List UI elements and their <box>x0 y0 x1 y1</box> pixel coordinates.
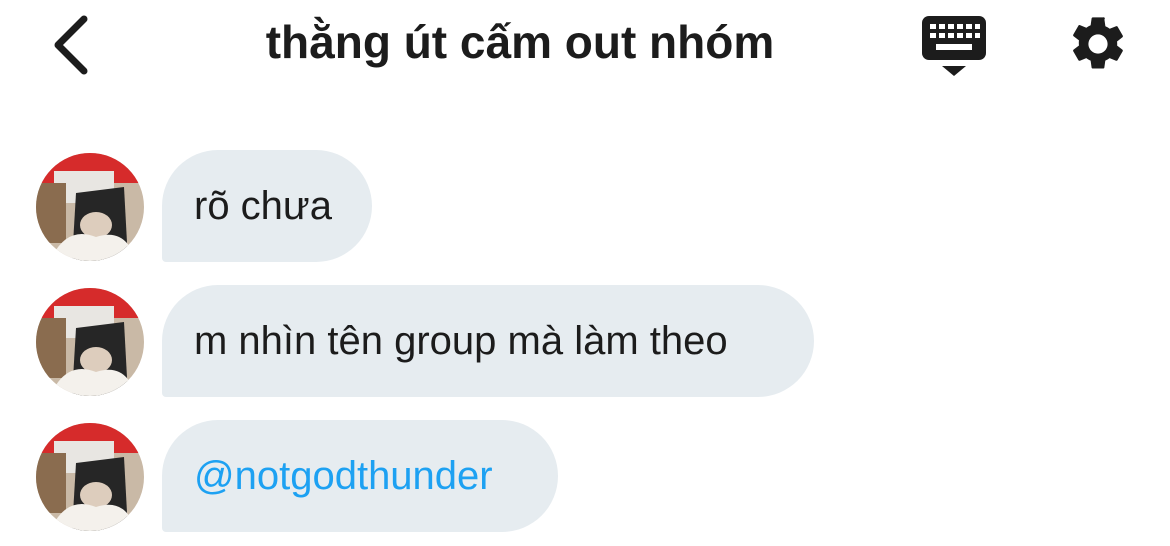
settings-button[interactable] <box>1066 12 1130 76</box>
avatar[interactable] <box>36 423 144 531</box>
avatar-photo-icon <box>36 423 144 531</box>
avatar[interactable] <box>36 288 144 396</box>
chat-header: thằng út cấm out nhóm <box>0 0 1170 90</box>
avatar-photo-icon <box>36 288 144 396</box>
message-row: m nhìn tên group mà làm theo <box>0 285 1170 397</box>
gear-icon <box>1073 17 1123 69</box>
message-text: m nhìn tên group mà làm theo <box>194 318 728 363</box>
message-bubble[interactable]: rõ chưa <box>162 150 372 262</box>
mention-link[interactable]: @notgodthunder <box>194 454 493 499</box>
keyboard-icon <box>922 16 986 76</box>
back-button[interactable] <box>40 10 100 80</box>
avatar[interactable] <box>36 153 144 261</box>
message-row: rõ chưa <box>0 150 1170 262</box>
message-bubble[interactable]: @notgodthunder <box>162 420 558 532</box>
chevron-left-icon <box>54 15 88 75</box>
keyboard-button[interactable] <box>918 12 990 78</box>
avatar-photo-icon <box>36 153 144 261</box>
message-row: @notgodthunder <box>0 420 1170 532</box>
conversation-title: thằng út cấm out nhóm <box>265 16 775 68</box>
message-bubble[interactable]: m nhìn tên group mà làm theo <box>162 285 814 397</box>
message-text: rõ chưa <box>194 183 332 228</box>
